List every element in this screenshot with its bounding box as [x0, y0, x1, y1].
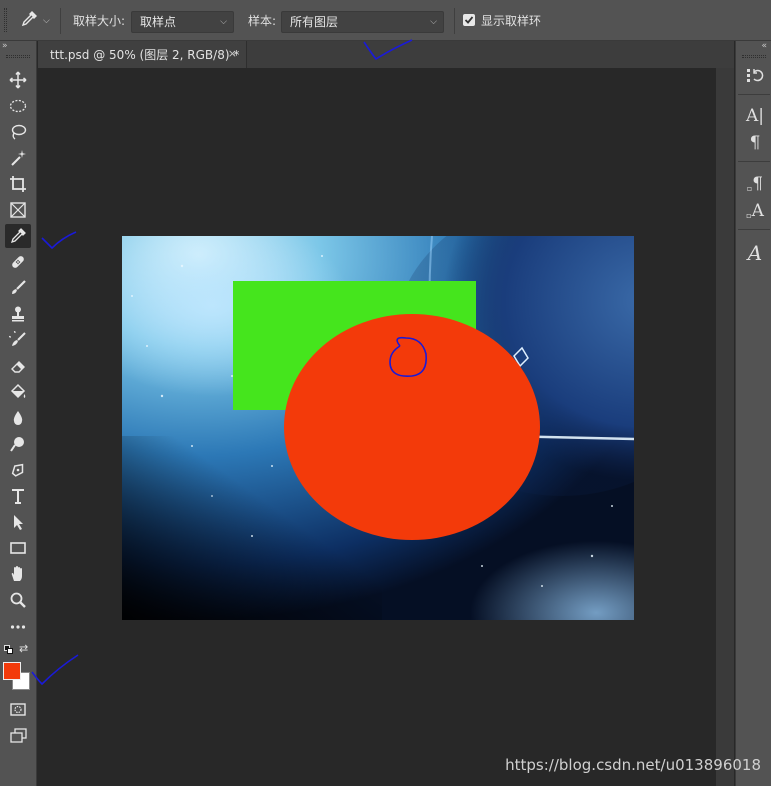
right-panel-dock: « A| ¶ ▫ ¶ ▫ A A: [735, 41, 771, 786]
document-tab[interactable]: ttt.psd @ 50% (图层 2, RGB/8) * ×: [38, 41, 247, 68]
dodge-tool-icon[interactable]: [5, 432, 31, 456]
paint-bucket-tool-icon[interactable]: [5, 380, 31, 404]
options-bar: ⌵ 取样大小: 取样点 ⌵ 样本: 所有图层 ⌵ 显示取样环: [0, 0, 771, 41]
sample-size-value: 取样点: [140, 15, 177, 29]
show-sampling-ring-label: 显示取样环: [481, 14, 542, 28]
default-colors-icon[interactable]: [4, 645, 14, 655]
toolbar-grip[interactable]: [6, 55, 30, 58]
divider: [738, 94, 770, 95]
canvas-image: [122, 236, 634, 620]
rectangle-tool-icon[interactable]: [5, 536, 31, 560]
paragraph-icon[interactable]: ¶: [742, 131, 768, 155]
divider: [454, 8, 455, 34]
character-icon[interactable]: A|: [742, 104, 768, 128]
divider: [738, 229, 770, 230]
paragraph-styles-icon[interactable]: ▫ ¶: [742, 172, 768, 196]
history-icon[interactable]: [742, 63, 768, 87]
character-styles-icon[interactable]: ▫ A: [742, 199, 768, 223]
sample-size-select[interactable]: 取样点 ⌵: [131, 11, 234, 33]
document-canvas[interactable]: [122, 236, 634, 620]
sample-label: 样本:: [248, 14, 277, 28]
divider: [738, 161, 770, 162]
zoom-tool-icon[interactable]: [5, 588, 31, 612]
magic-wand-tool-icon[interactable]: [5, 146, 31, 170]
panel-grip[interactable]: [742, 55, 766, 58]
glyphs-icon[interactable]: A: [742, 241, 768, 265]
tool-preset-picker[interactable]: ⌵: [19, 0, 50, 41]
move-tool-icon[interactable]: [5, 68, 31, 92]
red-ellipse-layer: [284, 314, 540, 540]
eyedropper-icon: [19, 9, 39, 32]
options-bar-grip[interactable]: [4, 8, 7, 32]
marquee-tool-icon[interactable]: [5, 94, 31, 118]
type-tool-icon[interactable]: [5, 484, 31, 508]
swap-colors-icon[interactable]: ⇄: [19, 642, 28, 655]
quick-mask-icon[interactable]: [5, 697, 31, 721]
blur-tool-icon[interactable]: [5, 406, 31, 430]
collapse-toolbar-icon[interactable]: »: [2, 41, 8, 51]
collapse-panels-icon[interactable]: «: [761, 41, 767, 51]
chevron-down-icon: ⌵: [220, 17, 227, 27]
foreground-color-swatch[interactable]: [3, 662, 21, 680]
sample-value: 所有图层: [290, 15, 339, 29]
clone-stamp-tool-icon[interactable]: [5, 302, 31, 326]
sample-size-label: 取样大小:: [73, 14, 126, 28]
checkmark-icon: [464, 16, 474, 24]
pen-tool-icon[interactable]: [5, 458, 31, 482]
show-sampling-ring-checkbox[interactable]: [463, 14, 475, 26]
eraser-tool-icon[interactable]: [5, 354, 31, 378]
chevron-down-icon: ⌵: [43, 15, 50, 26]
hand-tool-icon[interactable]: [5, 562, 31, 586]
eyedropper-tool-icon[interactable]: [5, 224, 31, 248]
history-brush-tool-icon[interactable]: [5, 328, 31, 352]
vertical-scrollbar[interactable]: [716, 68, 734, 786]
healing-brush-tool-icon[interactable]: [5, 250, 31, 274]
document-tab-title: ttt.psd @ 50% (图层 2, RGB/8) *: [50, 48, 240, 62]
frame-tool-icon[interactable]: [5, 198, 31, 222]
divider: [60, 8, 61, 34]
brush-tool-icon[interactable]: [5, 276, 31, 300]
sample-select[interactable]: 所有图层 ⌵: [281, 11, 444, 33]
watermark-text: https://blog.csdn.net/u013896018: [505, 756, 761, 774]
annotation-checkmark: [41, 231, 77, 250]
close-icon[interactable]: ×: [228, 47, 237, 60]
path-selection-tool-icon[interactable]: [5, 510, 31, 534]
chevron-down-icon: ⌵: [430, 17, 437, 27]
more-tools-icon[interactable]: [5, 615, 31, 639]
annotation-checkmark: [363, 39, 413, 61]
screen-mode-icon[interactable]: [5, 723, 31, 747]
annotation-checkmark: [31, 654, 79, 686]
lasso-tool-icon[interactable]: [5, 120, 31, 144]
crop-tool-icon[interactable]: [5, 172, 31, 196]
